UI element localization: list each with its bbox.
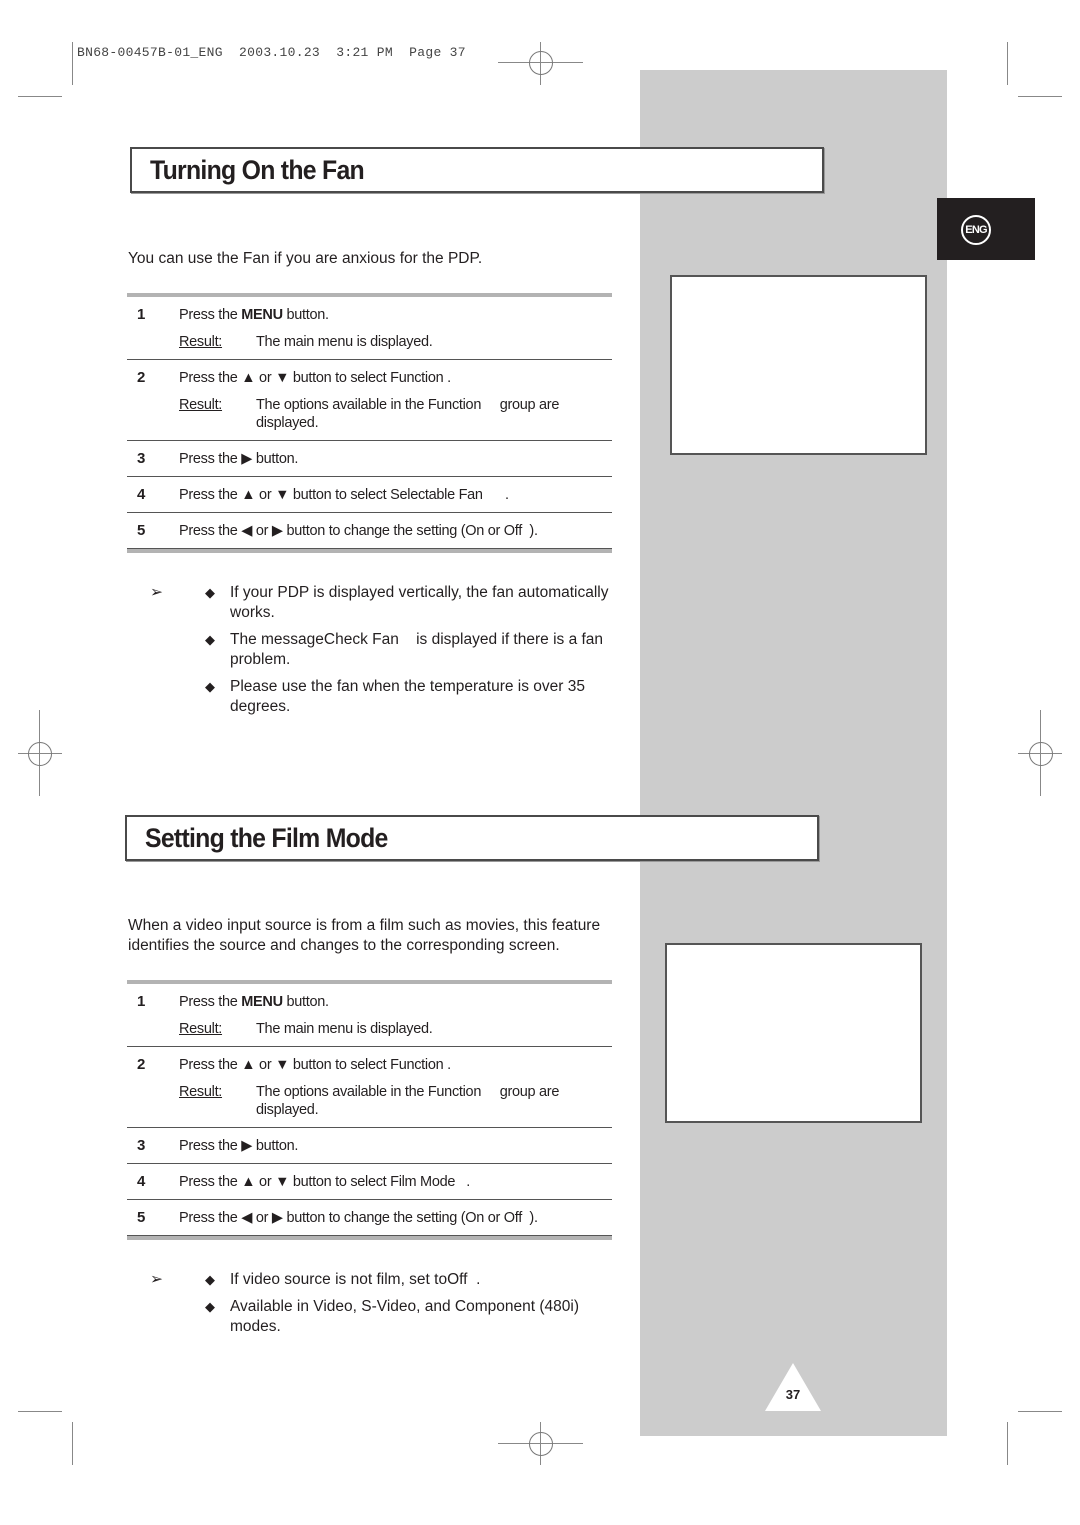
- steps-table: 1 Press the MENU button. Result: The main…: [127, 980, 612, 1240]
- section-title-box: Setting the Film Mode: [125, 815, 819, 861]
- diamond-bullet-icon: ◆: [205, 585, 215, 600]
- menu-button-label: MENU: [241, 994, 283, 1010]
- menu-button-label: MENU: [241, 307, 283, 323]
- diamond-bullet-icon: ◆: [205, 679, 215, 694]
- step-row: 3 Press the ▶ button.: [127, 441, 612, 477]
- screen-illustration: [670, 275, 927, 455]
- note-item: ◆ If your PDP is displayed vertically, th…: [205, 584, 609, 621]
- note-item: ◆ Please use the fan when the temperature…: [205, 678, 585, 715]
- note-item: ◆ If video source is not film, set toOff …: [205, 1271, 481, 1288]
- diamond-bullet-icon: ◆: [205, 1272, 215, 1287]
- notes-list: ➢ ◆ If video source is not film, set toOf…: [150, 1270, 630, 1344]
- step-row: 2 Press the ▲ or ▼ button to select Func…: [127, 1047, 612, 1128]
- page-number: 37: [785, 1387, 801, 1402]
- diamond-bullet-icon: ◆: [205, 1299, 215, 1314]
- note-item: ◆ The messageCheck Fan is displayed if th…: [205, 631, 608, 668]
- step-row: 2 Press the ▲ or ▼ button to select Func…: [127, 360, 612, 441]
- note-item: ◆ Available in Video, S-Video, and Compon…: [205, 1298, 579, 1335]
- eng-language-icon: ENG: [961, 215, 991, 245]
- section-intro: When a video input source is from a film…: [128, 917, 601, 954]
- notes-list: ➢ ◆ If your PDP is displayed vertically, …: [150, 583, 630, 724]
- diamond-bullet-icon: ◆: [205, 632, 215, 647]
- step-row: 1 Press the MENU button. Result: The main…: [127, 984, 612, 1047]
- language-tab: ENG: [937, 198, 1035, 260]
- steps-table: 1 Press the MENU button. Result: The main…: [127, 293, 612, 553]
- registration-mark-icon: [529, 51, 553, 75]
- step-row: 4 Press the ▲ or ▼ button to select Film…: [127, 1164, 612, 1200]
- section-title-box: Turning On the Fan: [130, 147, 824, 193]
- step-row: 4 Press the ▲ or ▼ button to select Sele…: [127, 477, 612, 513]
- step-row: 1 Press the MENU button. Result: The main…: [127, 297, 612, 360]
- print-slug: BN68-00457B-01_ENG 2003.10.23 3:21 PM Pa…: [77, 45, 466, 60]
- registration-mark-icon: [529, 1432, 553, 1456]
- step-row: 5 Press the ◀ or ▶ button to change the …: [127, 1200, 612, 1236]
- screen-illustration: [665, 943, 922, 1123]
- section-title: Turning On the Fan: [150, 155, 365, 185]
- registration-mark-icon: [1029, 742, 1053, 766]
- section-title: Setting the Film Mode: [145, 823, 388, 853]
- step-row: 3 Press the ▶ button.: [127, 1128, 612, 1164]
- section-intro: You can use the Fan if you are anxious f…: [128, 250, 483, 267]
- step-row: 5 Press the ◀ or ▶ button to change the …: [127, 513, 612, 549]
- registration-mark-icon: [28, 742, 52, 766]
